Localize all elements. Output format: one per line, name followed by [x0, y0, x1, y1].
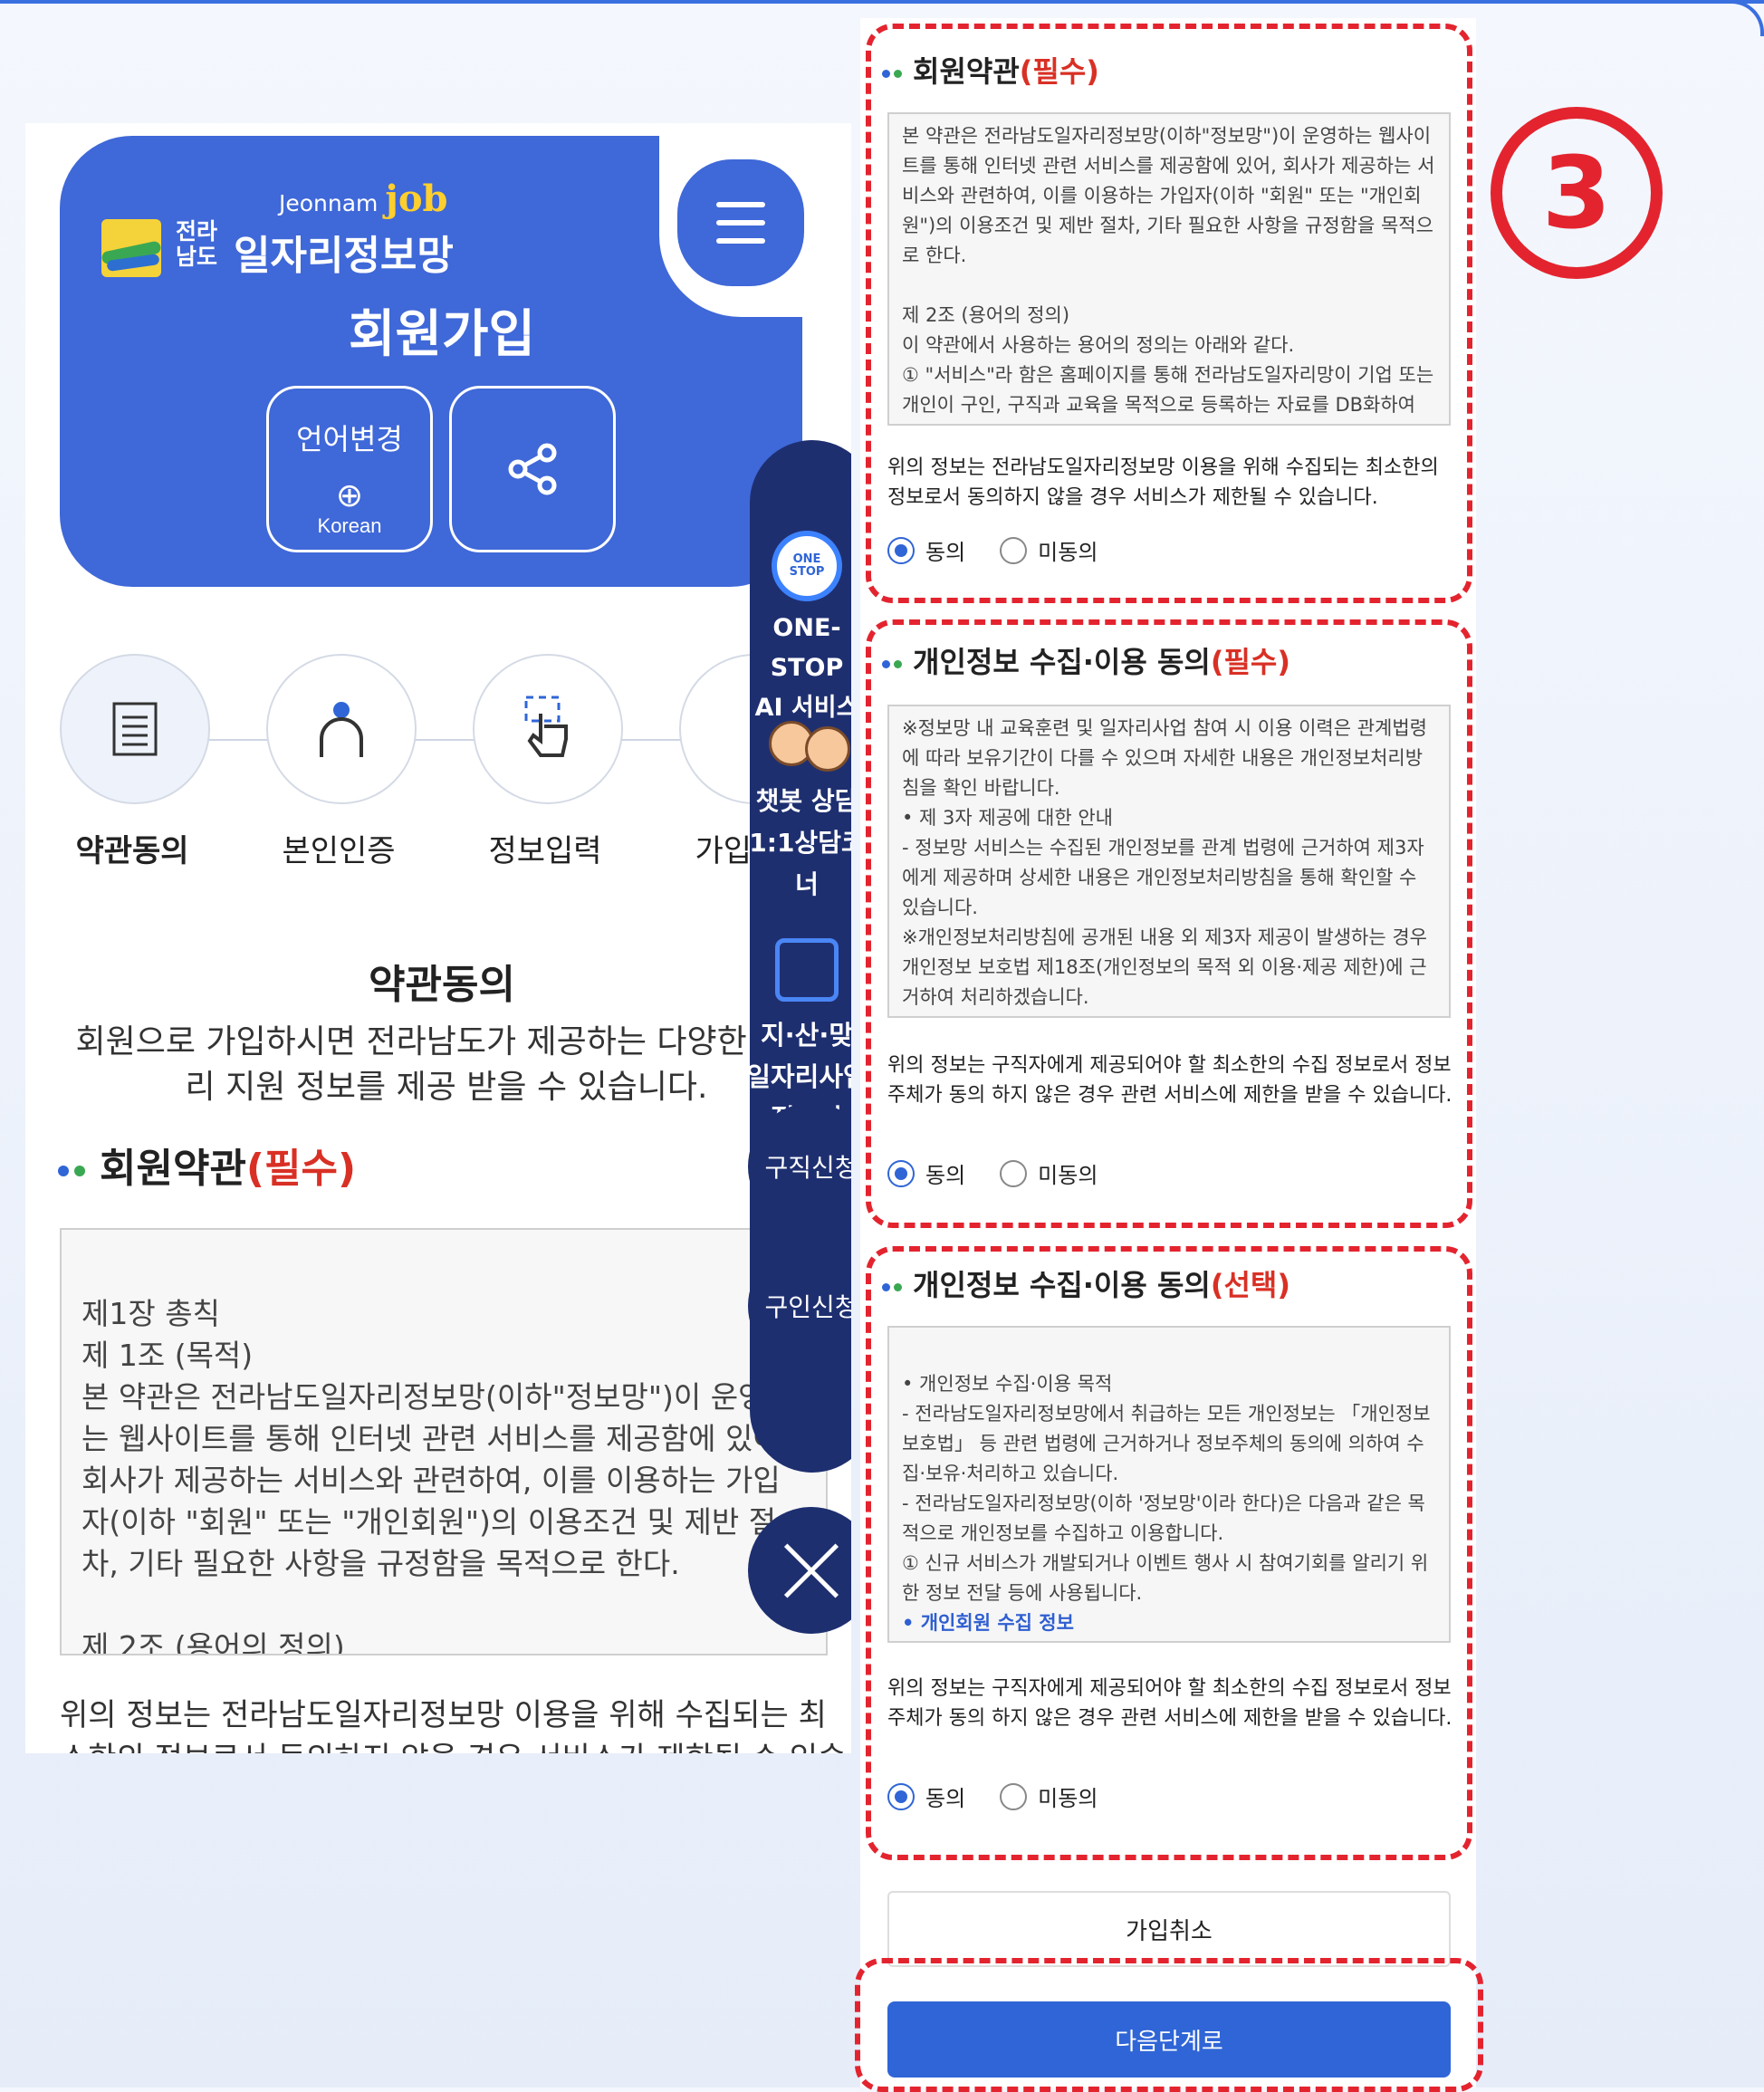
privacy-required-radios: 동의 미동의: [887, 1157, 1098, 1189]
onestop-icon: ONE STOP: [772, 531, 842, 601]
language-label: 언어변경: [296, 423, 403, 456]
left-phone-screenshot: Jeonnam job 전라 남도 일자리정보망 회원가입 언어변경 ⊕ Kor…: [25, 123, 851, 1753]
section-description: 회원으로 가입하시면 전라남도가 제공하는 다양한 일자리 지원 정보를 제공 …: [75, 1023, 818, 1106]
cancel-signup-button[interactable]: 가입취소: [887, 1891, 1451, 1967]
section-heading-terms: 회원약관(필수): [882, 49, 1099, 91]
page-title: 회원가입: [348, 305, 536, 364]
next-step-button[interactable]: 다음단계로: [887, 2001, 1451, 2078]
step-label-verify: 본인인증: [282, 833, 396, 869]
section-title: 약관동의: [369, 962, 515, 1008]
onestop-ai-button[interactable]: ONE STOP ONE-STOP AI 서비스: [743, 531, 851, 728]
document-stack-icon: [775, 938, 839, 1002]
disagree-radio[interactable]: [1000, 1159, 1028, 1187]
privacy-optional-radios: 동의 미동의: [887, 1780, 1098, 1812]
step-number-badge: 3: [1491, 107, 1663, 279]
step-verify: [266, 654, 417, 804]
terms-textbox[interactable]: 제1장 총칙 제 1조 (목적) 본 약관은 전라남도일자리정보망(이하"정보망…: [60, 1228, 828, 1655]
menu-button[interactable]: [677, 159, 804, 286]
section-heading-privacy-required: 개인정보 수집·이용 동의(필수): [882, 639, 1290, 681]
privacy-optional-textbox[interactable]: • 개인정보 수집·이용 목적 - 전라남도일자리정보망에서 취급하는 모든 개…: [887, 1326, 1451, 1643]
agree-radio[interactable]: [887, 536, 915, 564]
step-label-info: 정보입력: [488, 833, 602, 869]
hamburger-icon: [716, 202, 765, 207]
step-terms: [60, 654, 210, 804]
chatbot-icon: [765, 703, 850, 772]
language-value: Korean: [317, 514, 382, 537]
document-icon: [112, 702, 158, 756]
right-phone-screenshot: 회원약관(필수) 본 약관은 전라남도일자리정보망(이하"정보망")이 운영하는…: [855, 18, 1483, 2092]
site-logo-text[interactable]: 일자리정보망: [234, 223, 454, 281]
terms-heading: 회원약관(필수): [58, 1136, 356, 1194]
agree-radio[interactable]: [887, 1782, 915, 1810]
terms-notice: 위의 정보는 전라남도일자리정보망 이용을 위해 수집되는 최소한의 정보로서 …: [60, 1697, 846, 1753]
privacy-required-textbox[interactable]: ※정보망 내 교육훈련 및 일자리사업 참여 시 이용 이력은 관계법령에 따라…: [887, 705, 1451, 1018]
step-info: [473, 654, 623, 804]
privacy-optional-notice: 위의 정보는 구직자에게 제공되어야 할 최소한의 수집 정보로서 정보주체가 …: [887, 1677, 1452, 1730]
section-heading-privacy-optional: 개인정보 수집·이용 동의(선택): [882, 1262, 1290, 1304]
chatbot-button[interactable]: 챗봇 상담 1:1상담코너: [743, 703, 851, 906]
logo-wordmark: Jeonnam job: [279, 178, 448, 220]
privacy-required-notice: 위의 정보는 구직자에게 제공되어야 할 최소한의 수집 정보로서 정보주체가 …: [887, 1054, 1452, 1107]
language-change-button[interactable]: 언어변경 ⊕ Korean: [266, 386, 433, 552]
frame-border: [0, 0, 1764, 4]
agree-radio[interactable]: [887, 1159, 915, 1187]
terms-notice: 위의 정보는 전라남도일자리정보망 이용을 위해 수집되는 최소한의 정보로서 …: [887, 456, 1439, 509]
step-label-terms: 약관동의: [75, 833, 189, 869]
share-button[interactable]: [449, 386, 616, 552]
terms-consent-radios: 동의 미동의: [887, 534, 1098, 566]
disagree-radio[interactable]: [1000, 1782, 1028, 1810]
globe-icon: ⊕: [335, 476, 364, 513]
share-icon: [508, 443, 557, 495]
jeonnam-logo-icon: [101, 219, 161, 277]
person-icon: [320, 702, 363, 757]
touch-icon: [524, 696, 568, 757]
terms-textbox[interactable]: 본 약관은 전라남도일자리정보망(이하"정보망")이 운영하는 웹사이트를 통해…: [887, 112, 1451, 426]
disagree-radio[interactable]: [1000, 536, 1028, 564]
frame-corner: [1728, 0, 1764, 36]
logo-region: 전라 남도: [176, 218, 218, 270]
